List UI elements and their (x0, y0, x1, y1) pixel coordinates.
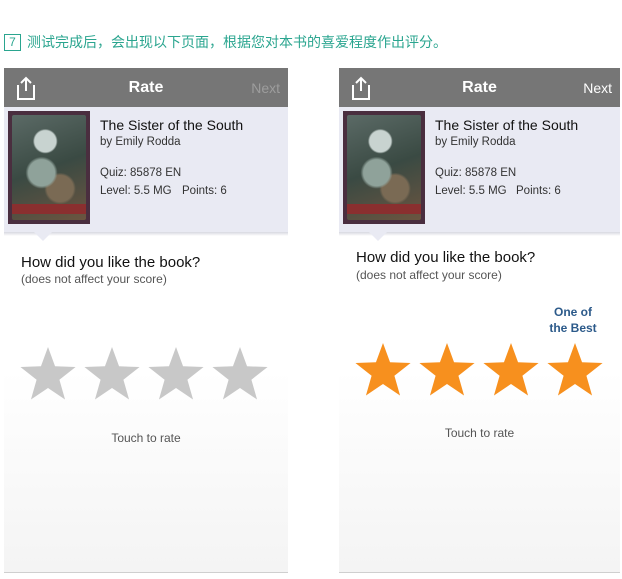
book-level: Level: 5.5 MG (435, 185, 507, 197)
star-filled-icon-3[interactable] (481, 341, 541, 401)
book-points: Points: 6 (182, 185, 227, 197)
book-author: by Emily Rodda (435, 136, 516, 148)
star-rating (18, 345, 274, 409)
share-icon[interactable] (349, 75, 373, 101)
star-empty-icon-4[interactable] (210, 345, 270, 405)
book-points: Points: 6 (516, 185, 561, 197)
star-filled-icon-4[interactable] (545, 341, 605, 401)
next-button[interactable]: Next (251, 80, 280, 96)
step-caption: 7 测试完成后，会出现以下页面，根据您对本书的喜爱程度作出评分。 (4, 32, 447, 52)
share-icon[interactable] (14, 75, 38, 101)
star-rating (353, 341, 609, 405)
star-empty-icon-2[interactable] (82, 345, 142, 405)
rating-tooltip: One of the Best (549, 305, 597, 335)
book-info-panel: The Sister of the South by Emily Rodda Q… (4, 107, 288, 236)
book-cover (343, 111, 425, 224)
star-filled-icon-2[interactable] (417, 341, 477, 401)
panel-pointer (369, 232, 387, 241)
screen-title: Rate (462, 78, 497, 96)
rate-screen-before: Rate Next The Sister of the South by Emi… (4, 68, 288, 573)
panel-pointer (34, 232, 52, 241)
book-cover (8, 111, 90, 224)
top-bar: Rate Next (4, 68, 288, 107)
star-filled-icon-1[interactable] (353, 341, 413, 401)
rating-question: How did you like the book? (21, 254, 201, 271)
next-button[interactable]: Next (583, 80, 612, 96)
rating-question-note: (does not affect your score) (21, 272, 167, 286)
step-number-badge: 7 (4, 33, 21, 51)
book-title: The Sister of the South (435, 117, 579, 133)
touch-to-rate-label: Touch to rate (111, 431, 181, 445)
touch-to-rate-label: Touch to rate (444, 426, 515, 440)
book-author: by Emily Rodda (100, 136, 181, 148)
book-level: Level: 5.5 MG (100, 185, 172, 197)
book-quiz-number: Quiz: 85878 EN (435, 167, 517, 179)
book-title: The Sister of the South (100, 117, 244, 133)
star-empty-icon-3[interactable] (146, 345, 206, 405)
top-bar: Rate Next (339, 68, 620, 107)
book-info-panel: The Sister of the South by Emily Rodda Q… (339, 107, 620, 236)
step-caption-text: 测试完成后，会出现以下页面，根据您对本书的喜爱程度作出评分。 (27, 34, 447, 50)
star-empty-icon-1[interactable] (18, 345, 78, 405)
screen-title: Rate (128, 78, 164, 96)
rating-question: How did you like the book? (356, 249, 536, 266)
book-quiz-number: Quiz: 85878 EN (100, 167, 182, 179)
rating-question-note: (does not affect your score) (356, 268, 502, 282)
rate-screen-after: Rate Next The Sister of the South by Emi… (339, 68, 620, 573)
